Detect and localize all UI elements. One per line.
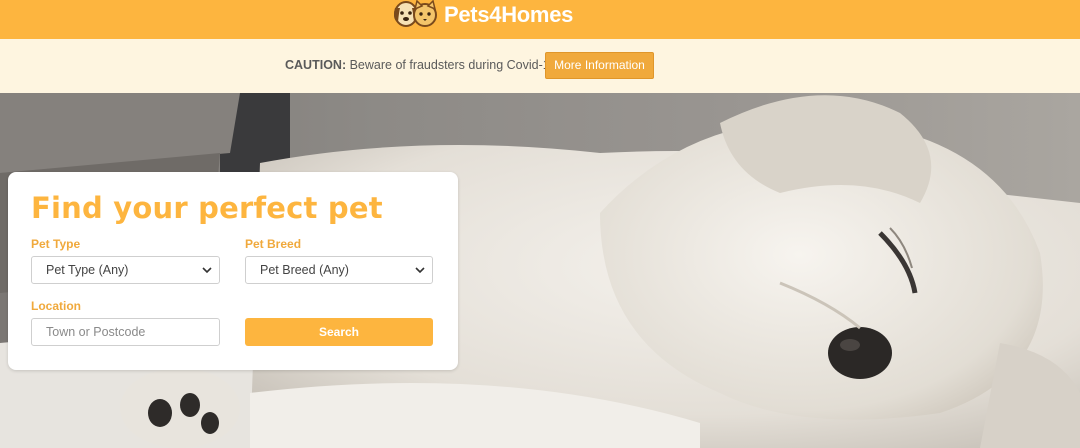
brand-name: Pets4Homes	[444, 2, 574, 27]
more-information-button[interactable]: More Information	[545, 52, 654, 79]
pet-type-value: Pet Type (Any)	[46, 263, 129, 277]
dog-and-cat-faces-icon	[394, 0, 437, 27]
pet-breed-value: Pet Breed (Any)	[260, 263, 349, 277]
caution-banner: CAUTION: Beware of fraudsters during Cov…	[0, 39, 1080, 93]
caution-message: CAUTION: Beware of fraudsters during Cov…	[285, 58, 557, 72]
chevron-down-icon	[415, 267, 425, 274]
search-card-title: Find your perfect pet	[31, 191, 383, 225]
pet-breed-label: Pet Breed	[245, 237, 302, 251]
pet-search-card: Find your perfect pet Pet Type Pet Type …	[8, 172, 458, 370]
location-label: Location	[31, 299, 81, 313]
top-header-bar: Pets4Homes	[0, 0, 1080, 39]
search-button[interactable]: Search	[245, 318, 433, 346]
chevron-down-icon	[202, 267, 212, 274]
caution-text: Beware of fraudsters during Covid-19	[349, 58, 557, 72]
pet-type-select[interactable]: Pet Type (Any)	[31, 256, 220, 284]
site-logo[interactable]: Pets4Homes	[390, 0, 573, 30]
pet-breed-select[interactable]: Pet Breed (Any)	[245, 256, 433, 284]
location-input[interactable]	[31, 318, 220, 346]
caution-label: CAUTION:	[285, 58, 347, 72]
pet-type-label: Pet Type	[31, 237, 81, 251]
